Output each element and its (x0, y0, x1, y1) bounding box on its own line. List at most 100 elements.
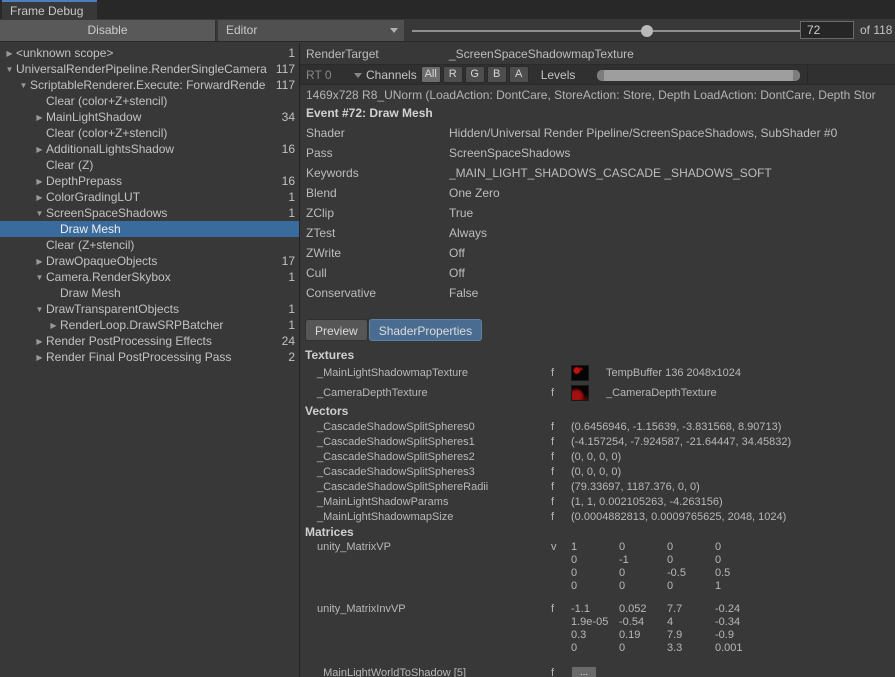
vector-row: _CascadeShadowSplitSpheres0f(0.6456946, … (300, 419, 895, 434)
levels-max-handle[interactable] (793, 70, 800, 81)
property-row: ConservativeFalse (300, 283, 895, 303)
chevron-right-icon[interactable]: ▶ (33, 193, 46, 202)
property-row: CullOff (300, 263, 895, 283)
frame-slider-handle[interactable] (641, 25, 653, 37)
tree-row[interactable]: ▶Render Final PostProcessing Pass2 (0, 349, 299, 365)
frame-number-field[interactable]: 72 (800, 21, 854, 39)
event-detail-panel: RenderTarget _ScreenSpaceShadowmapTextur… (300, 43, 895, 677)
tree-row[interactable]: Clear (color+Z+stencil) (0, 125, 299, 141)
channel-a-button[interactable]: A (509, 66, 529, 83)
chevron-down-icon[interactable]: ▼ (33, 305, 46, 314)
texture-row: _MainLightShadowmapTexture f TempBuffer … (300, 363, 895, 383)
vectors-section-header: Vectors (300, 403, 895, 419)
tab-preview[interactable]: Preview (305, 319, 368, 341)
frame-debugger-window: Frame Debug Disable Editor 72 of 118 ▶<u… (0, 0, 895, 677)
matrix-values: 1000 0-100 00-0.50.5 0001 (571, 541, 763, 593)
channels-label: Channels (366, 68, 417, 82)
matrix-row: unity_MatrixInvVP f -1.10.0527.7-0.24 1.… (300, 603, 895, 655)
render-target-label: RenderTarget (300, 47, 449, 61)
chevron-down-icon[interactable]: ▼ (17, 81, 30, 90)
tree-row[interactable]: ▼Camera.RenderSkybox1 (0, 269, 299, 285)
event-title: Event #72: Draw Mesh (300, 105, 895, 123)
property-row: PassScreenSpaceShadows (300, 143, 895, 163)
chevron-right-icon[interactable]: ▶ (47, 321, 60, 330)
chevron-right-icon[interactable]: ▶ (33, 113, 46, 122)
render-target-format: 1469x728 R8_UNorm (LoadAction: DontCare,… (300, 85, 895, 105)
channel-r-button[interactable]: R (443, 66, 463, 83)
property-row: ZTestAlways (300, 223, 895, 243)
tree-row[interactable]: ▼ScreenSpaceShadows1 (0, 205, 299, 221)
frame-total-label: of 118 (860, 23, 892, 37)
textures-section-header: Textures (300, 347, 895, 363)
chevron-right-icon[interactable]: ▶ (33, 145, 46, 154)
tree-row[interactable]: ▼UniversalRenderPipeline.RenderSingleCam… (0, 61, 299, 77)
toolbar: Disable Editor 72 of 118 (0, 19, 895, 42)
vector-row: _MainLightShadowmapSizef(0.0004882813, 0… (300, 509, 895, 524)
target-dropdown[interactable]: Editor (218, 20, 404, 41)
channel-g-button[interactable]: G (465, 66, 485, 83)
channel-b-button[interactable]: B (487, 66, 507, 83)
vector-row: _CascadeShadowSplitSpheres2f(0, 0, 0, 0) (300, 449, 895, 464)
chevron-right-icon[interactable]: ▶ (3, 49, 16, 58)
chevron-down-icon[interactable]: ▼ (33, 273, 46, 282)
property-row: ZClipTrue (300, 203, 895, 223)
matrices-section-header: Matrices (300, 524, 895, 540)
tab-frame-debug-label: Frame Debug (10, 4, 83, 18)
tree-row[interactable]: Clear (Z) (0, 157, 299, 173)
disable-button[interactable]: Disable (0, 20, 216, 41)
tree-row[interactable]: ▶AdditionalLightsShadow16 (0, 141, 299, 157)
render-target-row: RenderTarget _ScreenSpaceShadowmapTextur… (300, 43, 895, 64)
tree-row[interactable]: ▶<unknown scope>1 (0, 45, 299, 61)
tree-row[interactable]: ▶DrawOpaqueObjects17 (0, 253, 299, 269)
tree-row[interactable]: ▶ColorGradingLUT1 (0, 189, 299, 205)
levels-range-slider[interactable] (597, 70, 800, 81)
event-tree: ▶<unknown scope>1 ▼UniversalRenderPipeli… (0, 43, 300, 677)
matrix-row: unity_MatrixVP v 1000 0-100 00-0.50.5 00… (300, 541, 895, 593)
chevron-down-icon (390, 28, 398, 33)
property-row: ZWriteOff (300, 243, 895, 263)
render-target-value: _ScreenSpaceShadowmapTexture (449, 47, 634, 61)
tree-row[interactable]: ▶MainLightShadow34 (0, 109, 299, 125)
rt-channels-bar: RT 0 Channels All R G B A Levels (300, 64, 895, 85)
property-row: BlendOne Zero (300, 183, 895, 203)
texture-row: _CameraDepthTexture f _CameraDepthTextur… (300, 383, 895, 403)
tree-row[interactable]: ▶RenderLoop.DrawSRPBatcher1 (0, 317, 299, 333)
frame-slider[interactable] (412, 30, 800, 32)
property-row: ShaderHidden/Universal Render Pipeline/S… (300, 123, 895, 143)
tab-shader-properties[interactable]: ShaderProperties (369, 319, 482, 341)
tree-row[interactable]: ▼DrawTransparentObjects1 (0, 301, 299, 317)
chevron-down-icon (354, 73, 362, 78)
tree-row[interactable]: Draw Mesh (0, 285, 299, 301)
levels-label: Levels (541, 68, 576, 82)
tree-row-selected[interactable]: Draw Mesh (0, 221, 299, 237)
chevron-right-icon[interactable]: ▶ (33, 353, 46, 362)
tree-row[interactable]: ▶DepthPrepass16 (0, 173, 299, 189)
vector-row: _CascadeShadowSplitSphereRadiif(79.33697… (300, 479, 895, 494)
property-row: Keywords_MAIN_LIGHT_SHADOWS_CASCADE _SHA… (300, 163, 895, 183)
matrix-values: -1.10.0527.7-0.24 1.9e-05-0.544-0.34 0.3… (571, 603, 763, 655)
tree-row[interactable]: ▼ScriptableRenderer.Execute: ForwardRend… (0, 77, 299, 93)
depth-texture-thumbnail[interactable] (571, 385, 589, 401)
vector-row: _CascadeShadowSplitSpheres1f(-4.157254, … (300, 434, 895, 449)
levels-min-handle[interactable] (597, 70, 604, 81)
channel-all-button[interactable]: All (421, 66, 441, 83)
expand-matrix-array-button[interactable]: ... (571, 666, 597, 677)
matrix-array-row: _MainLightWorldToShadow [5] f ... (300, 664, 895, 677)
rt-index-dropdown[interactable]: RT 0 (300, 68, 366, 82)
shadowmap-thumbnail[interactable] (571, 365, 589, 381)
target-dropdown-value: Editor (226, 23, 257, 37)
vector-row: _CascadeShadowSplitSpheres3f(0, 0, 0, 0) (300, 464, 895, 479)
chevron-right-icon[interactable]: ▶ (33, 177, 46, 186)
chevron-down-icon[interactable]: ▼ (33, 209, 46, 218)
tree-row[interactable]: Clear (Z+stencil) (0, 237, 299, 253)
chevron-right-icon[interactable]: ▶ (33, 337, 46, 346)
tree-row[interactable]: ▶Render PostProcessing Effects24 (0, 333, 299, 349)
chevron-right-icon[interactable]: ▶ (33, 257, 46, 266)
window-tab-strip: Frame Debug (0, 0, 895, 19)
tree-row[interactable]: Clear (color+Z+stencil) (0, 93, 299, 109)
chevron-down-icon[interactable]: ▼ (3, 65, 16, 74)
view-tabs: Preview ShaderProperties (300, 319, 895, 341)
vector-row: _MainLightShadowParamsf(1, 1, 0.00210526… (300, 494, 895, 509)
tab-frame-debug[interactable]: Frame Debug (2, 0, 97, 19)
divider (807, 65, 808, 84)
